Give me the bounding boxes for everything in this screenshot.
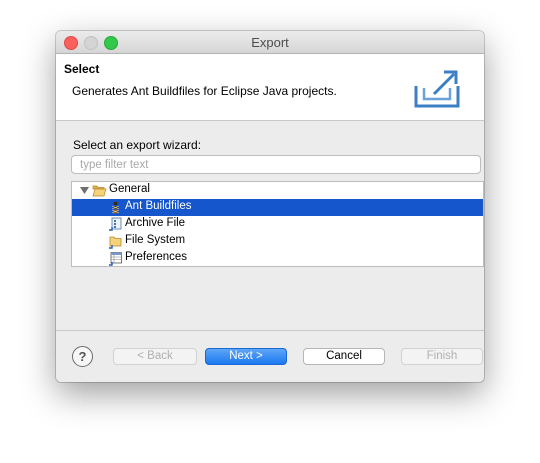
tree-item-file-system[interactable]: File System	[72, 233, 483, 250]
archive-icon	[109, 217, 122, 231]
tree-item-label: General	[109, 183, 150, 195]
tree-item-ant-buildfiles[interactable]: Ant Buildfiles	[72, 199, 483, 216]
next-button[interactable]: Next >	[205, 348, 287, 365]
back-button[interactable]: < Back	[113, 348, 197, 365]
disclosure-triangle-icon[interactable]	[80, 186, 89, 195]
help-icon[interactable]: ?	[72, 346, 93, 367]
footer-divider	[56, 330, 484, 331]
title-bar[interactable]: Export	[56, 31, 484, 54]
wizard-list-label: Select an export wizard:	[73, 138, 202, 152]
tree-item-label: Archive File	[125, 217, 186, 229]
tree-item-label: Preferences	[125, 251, 188, 263]
tree-item-preferences[interactable]: Preferences	[72, 250, 483, 267]
tree-item-label: File System	[125, 234, 186, 246]
preferences-icon	[109, 252, 122, 266]
cancel-button[interactable]: Cancel	[303, 348, 385, 365]
wizard-tree[interactable]: General Ant Buildfiles Archive File File…	[71, 181, 484, 267]
page-title: Select	[64, 62, 100, 76]
export-icon	[414, 70, 460, 108]
window-title: Export	[251, 35, 289, 50]
page-description: Generates Ant Buildfiles for Eclipse Jav…	[72, 84, 337, 98]
folder-icon	[109, 236, 122, 249]
ant-icon	[111, 201, 120, 214]
tree-item-general[interactable]: General	[72, 182, 483, 199]
export-dialog: Export Select Generates Ant Buildfiles f…	[56, 31, 484, 382]
tree-item-label: Ant Buildfiles	[125, 200, 192, 212]
wizard-header: Select Generates Ant Buildfiles for Ecli…	[56, 54, 484, 121]
folder-open-icon	[92, 185, 107, 197]
filter-input[interactable]	[71, 155, 481, 174]
tree-item-archive-file[interactable]: Archive File	[72, 216, 483, 233]
finish-button[interactable]: Finish	[401, 348, 483, 365]
